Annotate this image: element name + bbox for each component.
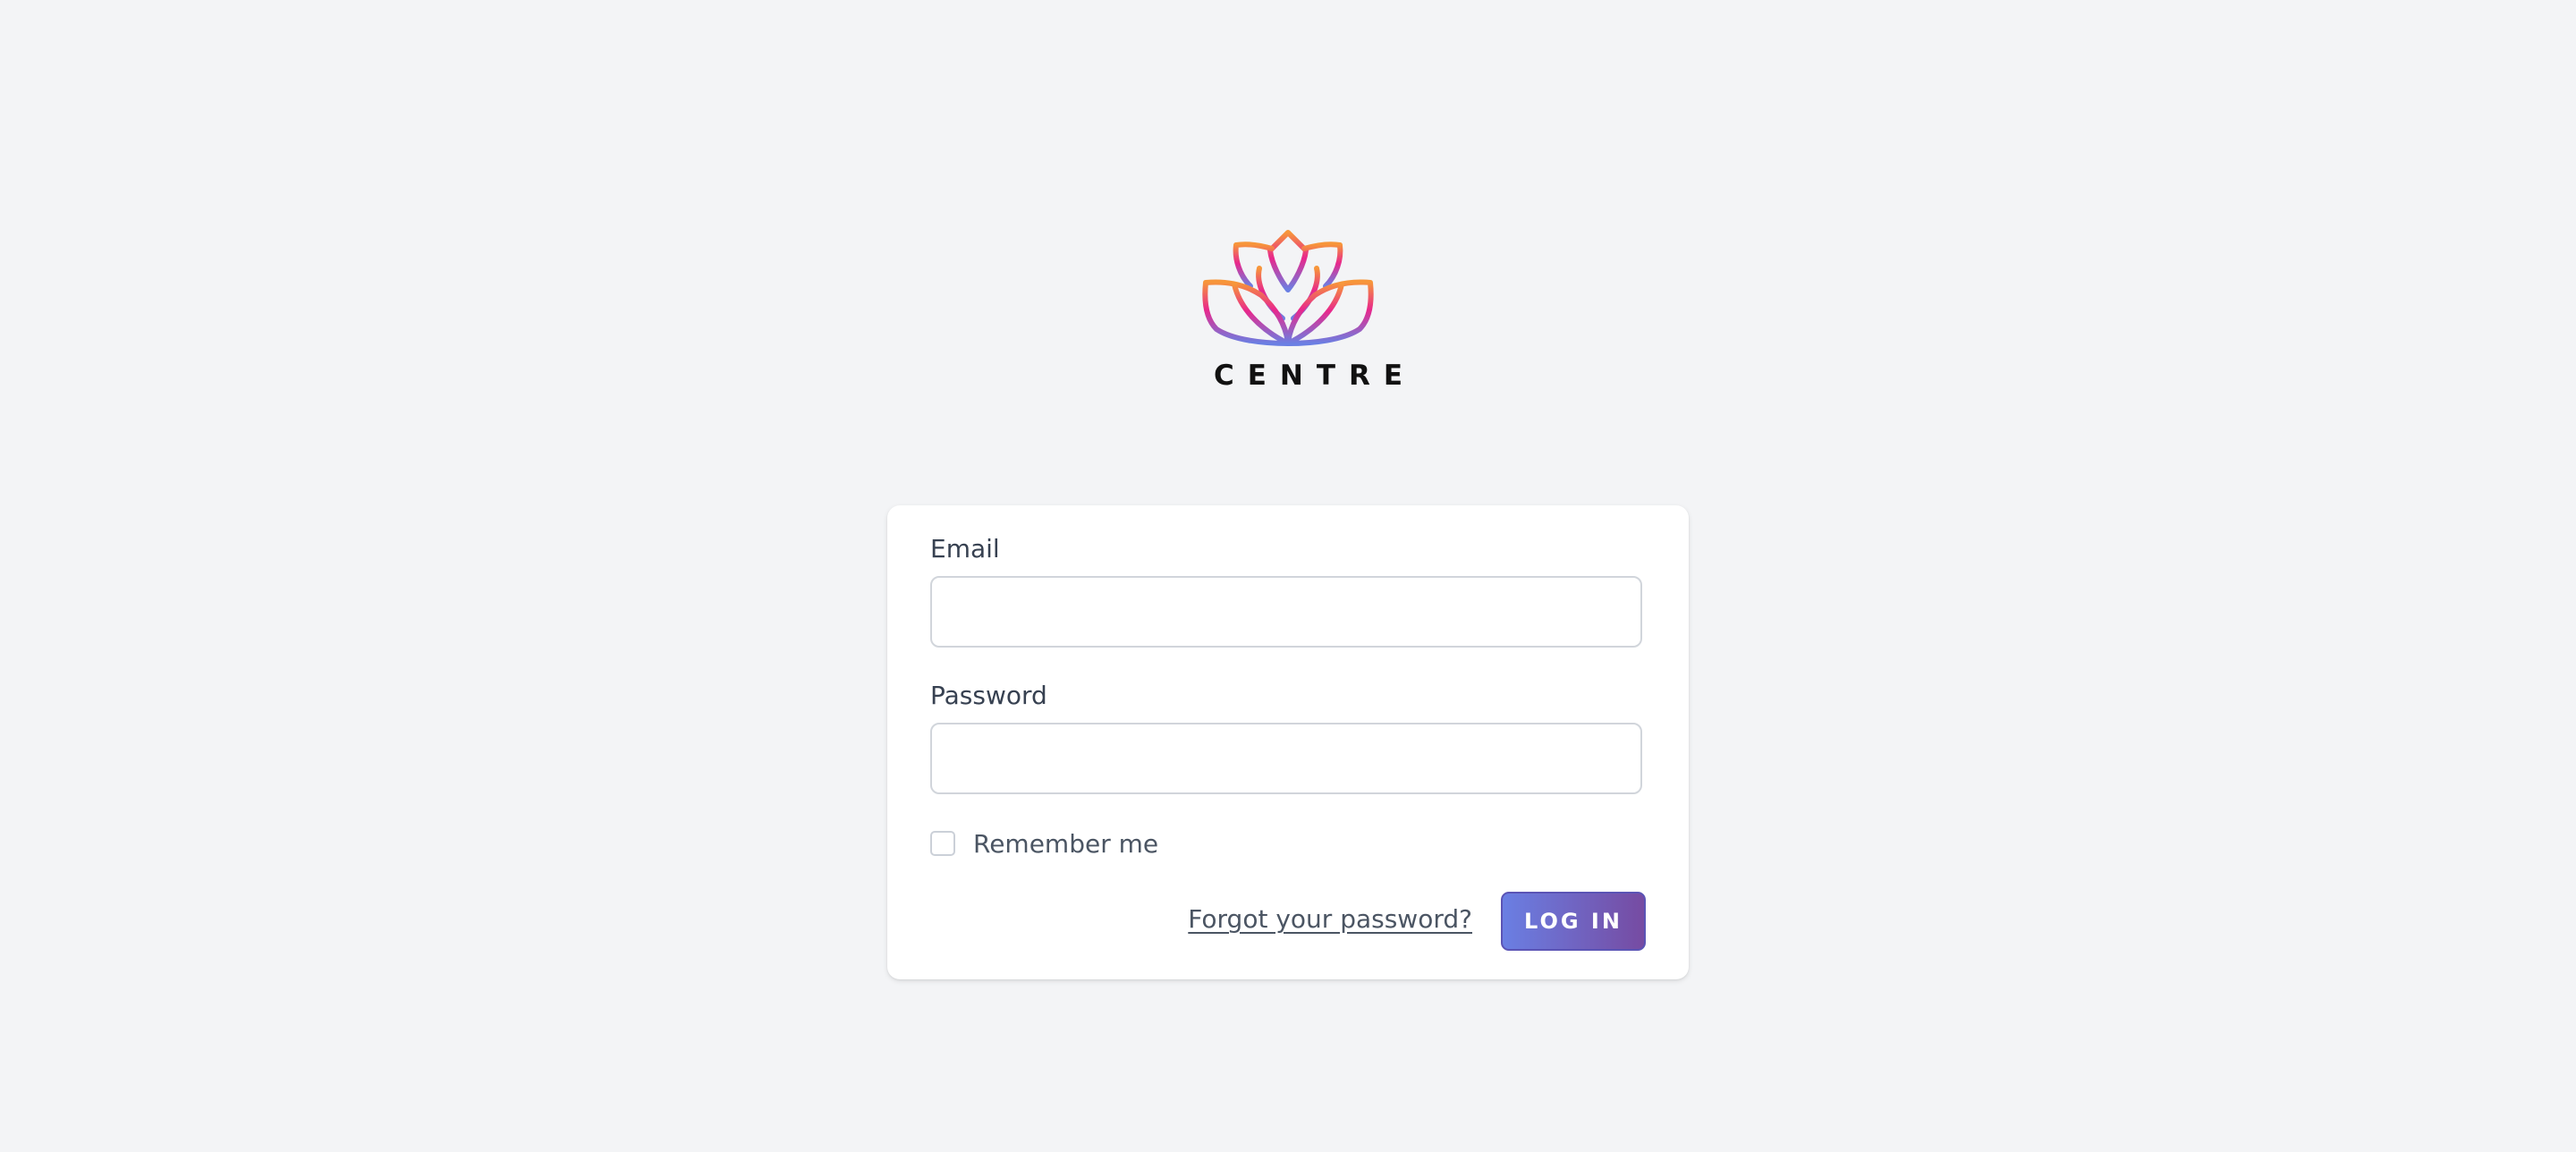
lotus-icon xyxy=(1202,230,1374,346)
password-field[interactable] xyxy=(930,723,1642,794)
remember-me-row[interactable]: Remember me xyxy=(930,828,1158,859)
login-button[interactable]: LOG IN xyxy=(1501,892,1646,951)
remember-me-checkbox[interactable] xyxy=(930,831,955,856)
email-field[interactable] xyxy=(930,576,1642,648)
brand-name: CENTRE xyxy=(1214,360,1417,392)
login-card: Email Password Remember me Forgot your p… xyxy=(887,505,1689,979)
brand-logo: CENTRE xyxy=(1200,229,1417,392)
email-label: Email xyxy=(930,534,1000,563)
forgot-password-link[interactable]: Forgot your password? xyxy=(1188,904,1472,935)
login-page: CENTRE Email Password Remember me Forgot… xyxy=(0,0,2576,1152)
password-label: Password xyxy=(930,681,1047,710)
remember-me-label[interactable]: Remember me xyxy=(973,829,1158,859)
